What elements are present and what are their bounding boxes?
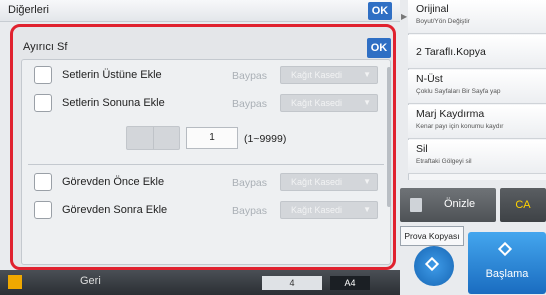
right-item-label: N-Üst bbox=[416, 73, 443, 85]
start-diamond-icon bbox=[497, 241, 513, 257]
checkbox-insert-after-sets[interactable] bbox=[34, 94, 52, 112]
right-item-duplex-copy[interactable]: 2 Taraflı.Kopya bbox=[408, 35, 546, 69]
bottom-bar: Geri 4 A4 bbox=[0, 270, 400, 295]
count-stepper[interactable] bbox=[126, 126, 180, 150]
screen-title: Diğerleri bbox=[8, 4, 49, 16]
right-item-label: Marj Kaydırma bbox=[416, 108, 485, 120]
tray-label: Kağıt Kasedi bbox=[291, 177, 343, 187]
row-label: Görevden Sonra Ekle bbox=[62, 204, 168, 216]
scrollbar[interactable] bbox=[387, 67, 391, 207]
divider bbox=[28, 164, 384, 165]
start-diamond-icon bbox=[424, 256, 440, 272]
chevron-down-icon: ▼ bbox=[363, 98, 371, 107]
checkbox-insert-before-sets[interactable] bbox=[34, 66, 52, 84]
right-item-sub: Boyut/Yön Değiştir bbox=[416, 18, 470, 25]
favorite-icon[interactable] bbox=[8, 275, 22, 289]
ok-button[interactable]: OK bbox=[368, 2, 392, 20]
right-item-label: Sil bbox=[416, 143, 428, 155]
right-item-sub: Kenar payı için konumu kaydır bbox=[416, 123, 504, 130]
bypass-option[interactable]: Baypas bbox=[232, 70, 267, 82]
chevron-down-icon: ▼ bbox=[363, 70, 371, 79]
bypass-option[interactable]: Baypas bbox=[232, 98, 267, 110]
count-input[interactable]: 1 bbox=[186, 127, 238, 149]
paper-tray-select[interactable]: Kağıt Kasedi ▼ bbox=[280, 201, 378, 219]
right-item-n-up[interactable]: N-Üst Çoklu Sayfaları Bir Sayfa yap bbox=[408, 70, 546, 104]
paper-tray-select[interactable]: Kağıt Kasedi ▼ bbox=[280, 173, 378, 191]
row-label: Görevden Önce Ekle bbox=[62, 176, 165, 188]
copies-field: 4 bbox=[262, 276, 322, 290]
proof-copy-button[interactable] bbox=[414, 246, 454, 286]
checkbox-insert-after-job[interactable] bbox=[34, 201, 52, 219]
right-item-label: Orijinal bbox=[416, 3, 449, 15]
right-item-original[interactable]: Orijinal Boyut/Yön Değiştir bbox=[408, 0, 546, 34]
tray-label: Kağıt Kasedi bbox=[291, 205, 343, 215]
paper-tray-select[interactable]: Kağıt Kasedi ▼ bbox=[280, 66, 378, 84]
right-item-margin-shift[interactable]: Marj Kaydırma Kenar payı için konumu kay… bbox=[408, 105, 546, 139]
preview-button[interactable]: Önizle bbox=[400, 188, 496, 222]
right-item-sub: Etraftaki Gölgeyi sil bbox=[416, 158, 472, 165]
separator-page-dialog: Ayırıcı Sf OK Setlerin Üstüne Ekle Baypa… bbox=[10, 24, 396, 270]
chevron-right-icon: ▶ bbox=[401, 12, 408, 21]
chevron-down-icon: ▼ bbox=[363, 177, 371, 186]
row-label: Setlerin Üstüne Ekle bbox=[62, 69, 162, 81]
paper-tray-select[interactable]: Kağıt Kasedi ▼ bbox=[280, 94, 378, 112]
start-label: Başlama bbox=[485, 268, 529, 280]
back-button[interactable]: Geri bbox=[80, 275, 101, 287]
dialog-header: Ayırıcı Sf OK bbox=[17, 31, 391, 61]
tray-label: Kağıt Kasedi bbox=[291, 98, 343, 108]
dialog-panel: Setlerin Üstüne Ekle Baypas Kağıt Kasedi… bbox=[21, 59, 391, 265]
checkbox-insert-before-job[interactable] bbox=[34, 173, 52, 191]
right-item-sub: Çoklu Sayfaları Bir Sayfa yap bbox=[416, 88, 501, 95]
right-item-erase[interactable]: Sil Etraftaki Gölgeyi sil bbox=[408, 140, 546, 174]
dialog-ok-button[interactable]: OK bbox=[367, 38, 391, 58]
proof-copy-tab[interactable]: Prova Kopyası bbox=[400, 226, 464, 246]
row-label: Setlerin Sonuna Ekle bbox=[62, 97, 165, 109]
count-range: (1~9999) bbox=[244, 133, 287, 145]
preview-label: Önizle bbox=[444, 198, 476, 210]
bypass-option[interactable]: Baypas bbox=[232, 205, 267, 217]
document-icon bbox=[410, 198, 422, 212]
chevron-down-icon: ▼ bbox=[363, 205, 371, 214]
bypass-option[interactable]: Baypas bbox=[232, 177, 267, 189]
dialog-title: Ayırıcı Sf bbox=[23, 41, 68, 53]
top-bar: Diğerleri bbox=[0, 0, 400, 22]
paper-size-indicator: A4 bbox=[330, 276, 370, 290]
right-item-label: 2 Taraflı.Kopya bbox=[416, 46, 486, 58]
tray-label: Kağıt Kasedi bbox=[291, 70, 343, 80]
start-button[interactable]: Başlama bbox=[468, 232, 546, 294]
clear-all-button[interactable]: CA bbox=[500, 188, 546, 222]
